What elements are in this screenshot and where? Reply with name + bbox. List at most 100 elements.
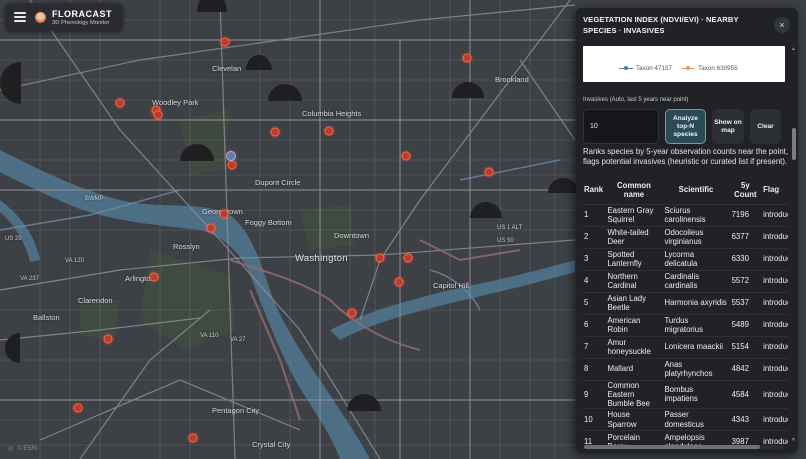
observation-marker[interactable] xyxy=(103,334,113,344)
legend-line-icon xyxy=(619,66,633,71)
cell-5y-count: 6330 xyxy=(731,254,749,264)
table-horizontal-scroll-thumb[interactable] xyxy=(584,445,760,449)
cell-common-name: Spotted Lanternfly xyxy=(607,249,642,268)
cell-flag: introduced xyxy=(763,232,788,242)
cell-5y-count: 5572 xyxy=(731,276,749,286)
cell-flag: introduced xyxy=(763,320,788,330)
cell-5y-count: 4584 xyxy=(731,389,749,399)
cell-scientific: Turdus migratorius xyxy=(664,315,703,334)
observation-marker[interactable] xyxy=(206,223,216,233)
cell-5y-count: 5154 xyxy=(731,342,749,352)
cell-5y-count: 4842 xyxy=(731,364,749,374)
cell-scientific: Odocoileus virginianus xyxy=(664,227,704,246)
table-row[interactable]: 4 Northern Cardinal Cardinalis cardinalis 5… xyxy=(582,270,788,292)
scroll-down-icon[interactable]: ▼ xyxy=(791,437,796,443)
cell-scientific: Lonicera maackii xyxy=(664,342,723,352)
observation-marker[interactable] xyxy=(401,151,411,161)
cell-5y-count: 5537 xyxy=(731,298,749,308)
observation-marker[interactable] xyxy=(375,253,385,263)
observation-marker[interactable] xyxy=(220,37,230,47)
observation-marker[interactable] xyxy=(347,308,357,318)
legend-item-taxon-630955[interactable]: Taxon 630955 xyxy=(681,65,738,72)
observation-marker[interactable] xyxy=(115,98,125,108)
cell-flag: introduced xyxy=(763,364,788,374)
cell-common-name: White-tailed Deer xyxy=(607,227,649,246)
app-root: Clevelan Brookland Woodley Park Columbia… xyxy=(0,0,806,459)
app-header: FLORACAST 3D Phenology Monitor xyxy=(5,3,123,31)
species-table: Rank Common name Scientific 5y Count Fla… xyxy=(582,176,788,448)
observation-marker[interactable] xyxy=(188,433,198,443)
app-subtitle: 3D Phenology Monitor xyxy=(52,19,110,26)
brand-text: FLORACAST 3D Phenology Monitor xyxy=(52,9,112,26)
observation-marker[interactable] xyxy=(219,209,229,219)
panel-vertical-scroll-thumb[interactable] xyxy=(792,128,796,160)
invasives-section-title: Invasives (Auto, last 5 years near point… xyxy=(583,97,689,103)
cell-scientific: Passer domesticus xyxy=(664,410,704,429)
cell-flag: introduced xyxy=(763,415,788,424)
cell-scientific: Bombus impatiens xyxy=(664,385,698,404)
header-flag[interactable]: Flag xyxy=(761,176,788,204)
table-header-row: Rank Common name Scientific 5y Count Fla… xyxy=(582,176,788,204)
observation-marker[interactable] xyxy=(153,110,163,120)
cell-5y-count: 5489 xyxy=(731,320,749,330)
observation-marker[interactable] xyxy=(324,126,334,136)
hamburger-menu-icon[interactable] xyxy=(11,8,29,26)
clear-button[interactable]: Clear xyxy=(750,109,781,144)
table-row[interactable]: 10 House Sparrow Passer domesticus 4343 intr… xyxy=(582,408,788,431)
cell-5y-count: 6377 xyxy=(731,232,749,242)
observation-marker[interactable] xyxy=(484,167,494,177)
observation-marker[interactable] xyxy=(73,403,83,413)
cell-scientific: Sciurus carolinensis xyxy=(664,205,706,224)
table-row[interactable]: 2 White-tailed Deer Odocoileus virginianus… xyxy=(582,226,788,248)
table-row[interactable]: 9 Common Eastern Bumble Bee Bombus impatie… xyxy=(582,380,788,409)
observation-marker[interactable] xyxy=(149,272,159,282)
cell-rank: 5 xyxy=(584,298,589,308)
table-row[interactable]: 8 Mallard Anas platyrhynchos 4842 introduced xyxy=(582,358,788,380)
cell-common-name: Amur honeysuckle xyxy=(607,337,651,356)
header-rank[interactable]: Rank xyxy=(582,176,605,204)
observation-marker[interactable] xyxy=(270,127,280,137)
legend-item-taxon-47157[interactable]: Taxon 47157 xyxy=(619,65,672,72)
cell-rank: 10 xyxy=(584,415,593,424)
cell-5y-count: 4343 xyxy=(731,415,749,424)
cell-rank: 8 xyxy=(584,364,589,374)
cell-flag: introduced xyxy=(763,389,788,399)
observation-marker[interactable] xyxy=(394,277,404,287)
close-panel-button[interactable]: × xyxy=(774,17,790,33)
analysis-description: Ranks species by 5-year observation coun… xyxy=(583,147,788,166)
cell-5y-count: 7196 xyxy=(731,210,749,220)
cell-common-name: Common Eastern Bumble Bee xyxy=(607,380,650,408)
cell-common-name: Asian Lady Beetle xyxy=(607,293,647,312)
cell-rank: 2 xyxy=(584,232,589,242)
cell-flag: introduced xyxy=(763,254,788,264)
header-common-name[interactable]: Common name xyxy=(605,176,662,204)
selected-point-marker[interactable] xyxy=(226,151,236,161)
cell-common-name: Eastern Gray Squirrel xyxy=(607,205,654,224)
scroll-up-icon[interactable]: ▲ xyxy=(791,46,796,52)
header-5y-count[interactable]: 5y Count xyxy=(730,176,762,204)
table-row[interactable]: 7 Amur honeysuckle Lonicera maackii 5154 int… xyxy=(582,336,788,358)
observation-marker[interactable] xyxy=(227,160,237,170)
table-row[interactable]: 3 Spotted Lanternfly Lycorma delicatula 633… xyxy=(582,248,788,270)
cell-scientific: Cardinalis cardinalis xyxy=(664,271,700,290)
header-scientific[interactable]: Scientific xyxy=(662,176,729,204)
cell-common-name: American Robin xyxy=(607,315,641,334)
cell-flag: introduced xyxy=(763,342,788,352)
species-table-container[interactable]: Rank Common name Scientific 5y Count Fla… xyxy=(582,176,788,448)
cell-scientific: Lycorma delicatula xyxy=(664,249,698,268)
top-n-input[interactable] xyxy=(583,109,659,144)
show-on-map-button[interactable]: Show on map xyxy=(712,109,744,144)
analysis-panel: VEGETATION INDEX (NDVI/EVI) · NEARBY SPE… xyxy=(576,8,798,453)
observation-marker[interactable] xyxy=(462,53,472,63)
cell-flag: introduced xyxy=(763,276,788,286)
analyze-top-n-button[interactable]: Analyze top-N species xyxy=(665,109,706,144)
cell-rank: 3 xyxy=(584,254,589,264)
table-row[interactable]: 1 Eastern Gray Squirrel Sciurus carolinens… xyxy=(582,204,788,226)
cell-rank: 4 xyxy=(584,276,589,286)
table-row[interactable]: 6 American Robin Turdus migratorius 5489 int… xyxy=(582,314,788,336)
app-logo-icon xyxy=(35,11,46,23)
table-row[interactable]: 5 Asian Lady Beetle Harmonia axyridis 5537 i… xyxy=(582,292,788,314)
observation-marker[interactable] xyxy=(403,253,413,263)
map-attribution: ◎ © ESRI xyxy=(8,445,38,453)
cell-rank: 9 xyxy=(584,389,589,399)
